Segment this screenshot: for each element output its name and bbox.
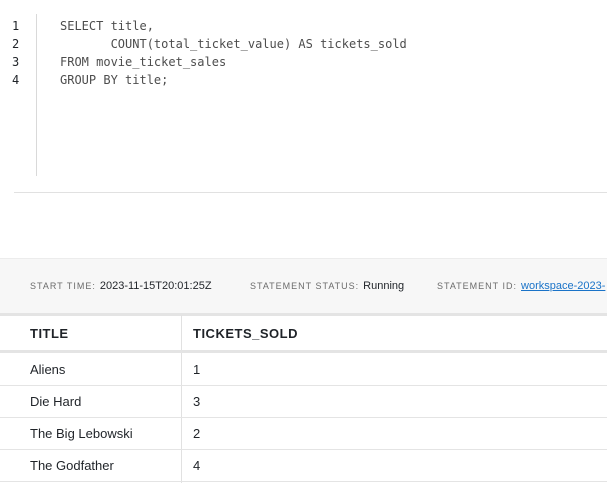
statement-id: STATEMENT ID: workspace-2023- [437,280,605,292]
cell-tickets-sold: 4 [193,458,201,473]
cell-title: The Big Lebowski [30,426,133,441]
cell-tickets-sold: 1 [193,362,201,377]
table-row: Die Hard 3 [0,386,607,418]
statement-id-label: STATEMENT ID: [437,281,518,291]
statement-id-link[interactable]: workspace-2023- [521,280,605,292]
table-header: TITLE TICKETS_SOLD [0,315,607,353]
code-line[interactable]: GROUP BY title; [60,71,168,89]
code-line[interactable]: FROM movie_ticket_sales [60,53,226,71]
table-row: The Godfather 4 [0,450,607,482]
line-number: 4 [12,73,20,87]
editor-divider [14,192,607,193]
table-row: Aliens 1 [0,354,607,386]
table-row: The Big Lebowski 2 [0,418,607,450]
column-header-title[interactable]: TITLE [30,326,69,341]
cell-title: The Godfather [30,458,114,473]
line-number: 1 [12,19,20,33]
start-time: START TIME: 2023-11-15T20:01:25Z [30,280,212,292]
cell-title: Die Hard [30,394,82,409]
start-time-value: 2023-11-15T20:01:25Z [99,280,212,292]
line-number: 2 [12,37,20,51]
sql-editor[interactable]: 1 2 3 4 SELECT title, COUNT(total_ticket… [0,0,607,192]
results-table: TITLE TICKETS_SOLD Aliens 1 Die Hard 3 T… [0,315,607,483]
cell-tickets-sold: 2 [193,426,201,441]
cell-title: Aliens [30,362,66,377]
line-number: 3 [12,55,20,69]
line-number-gutter: 1 2 3 4 [0,14,37,176]
statement-status-label: STATEMENT STATUS: [250,281,360,291]
cell-tickets-sold: 3 [193,394,201,409]
code-line[interactable]: SELECT title, [60,17,154,35]
code-line[interactable]: COUNT(total_ticket_value) AS tickets_sol… [60,35,407,53]
start-time-label: START TIME: [30,281,96,291]
statement-status-value: Running [363,280,405,292]
statement-status-bar: START TIME: 2023-11-15T20:01:25Z STATEMEN… [0,258,607,316]
statement-status: STATEMENT STATUS: Running [250,280,404,292]
column-header-tickets-sold[interactable]: TICKETS_SOLD [193,326,298,341]
